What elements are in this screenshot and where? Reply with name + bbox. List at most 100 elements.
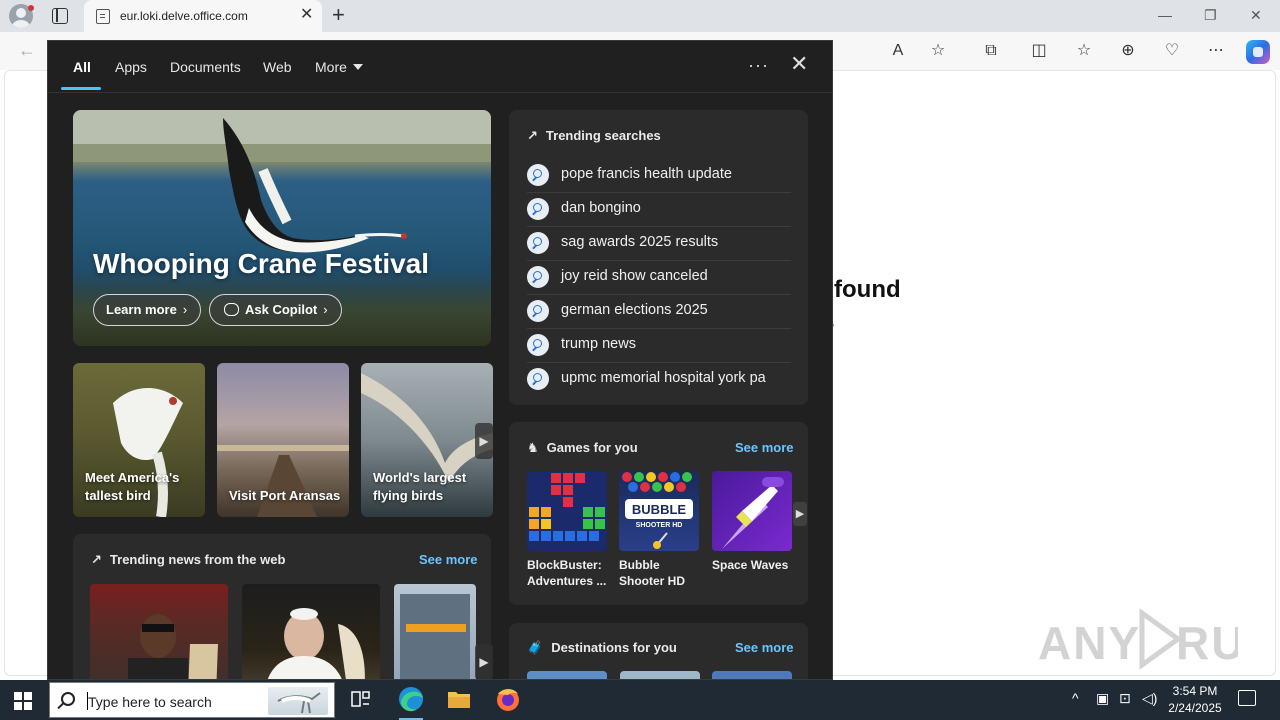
- minimize-button[interactable]: —: [1158, 6, 1172, 24]
- watermark-logo: ANY RUN: [1038, 605, 1280, 687]
- split-screen-icon[interactable]: ◫: [1028, 40, 1050, 62]
- favorites-icon[interactable]: ☆: [1073, 40, 1095, 62]
- tab-actions-icon[interactable]: [52, 8, 68, 24]
- destination-thumb[interactable]: [712, 671, 792, 679]
- tab-all[interactable]: All: [73, 59, 91, 75]
- trending-item[interactable]: dan bongino: [527, 193, 791, 227]
- learn-more-label: Learn more: [106, 302, 177, 317]
- news-see-more-link[interactable]: See more: [419, 552, 478, 567]
- card-port-aransas[interactable]: Visit Port Aransas: [217, 363, 349, 517]
- tab-apps[interactable]: Apps: [115, 59, 147, 75]
- search-icon: [527, 334, 549, 356]
- extensions-icon[interactable]: ⧉: [980, 40, 1002, 62]
- learn-more-button[interactable]: Learn more ›: [93, 294, 201, 326]
- favorite-star-icon[interactable]: ☆: [927, 40, 949, 62]
- device-icon[interactable]: ▣: [1096, 690, 1109, 707]
- tab-web[interactable]: Web: [263, 59, 292, 75]
- panel-options-button[interactable]: ···: [748, 55, 769, 76]
- news-thumb-2[interactable]: [242, 584, 380, 679]
- rocket-icon: [722, 477, 784, 549]
- game-controller-icon: ♞: [527, 440, 539, 455]
- trending-item[interactable]: upmc memorial hospital york pa: [527, 363, 791, 397]
- trending-item[interactable]: trump news: [527, 329, 791, 363]
- tab-more[interactable]: More: [315, 59, 363, 75]
- copilot-icon[interactable]: [1246, 40, 1270, 64]
- cards-next-button[interactable]: ▶: [475, 423, 493, 459]
- chevron-right-icon: ›: [182, 302, 188, 317]
- game-tile[interactable]: Space Waves: [712, 471, 792, 573]
- back-arrow-icon[interactable]: ←: [18, 40, 36, 61]
- game-tile[interactable]: BlockBuster: Adventures ...: [527, 471, 607, 589]
- new-tab-button[interactable]: +: [332, 4, 345, 26]
- search-icon: [61, 692, 75, 706]
- hero-card[interactable]: Whooping Crane Festival Learn more › Ask …: [73, 110, 491, 346]
- crane-highlight-icon: [277, 692, 321, 714]
- destinations-see-more-link[interactable]: See more: [735, 640, 794, 655]
- close-window-button[interactable]: ✕: [1250, 6, 1262, 24]
- game-tile[interactable]: BUBBLE SHOOTER HD Bubble Shooter HD: [619, 471, 699, 589]
- trending-item[interactable]: sag awards 2025 results: [527, 227, 791, 261]
- notifications-icon[interactable]: [1238, 690, 1256, 706]
- trending-item-label: sag awards 2025 results: [561, 234, 719, 250]
- collections-icon[interactable]: ⊕: [1117, 40, 1139, 62]
- trending-item[interactable]: german elections 2025: [527, 295, 791, 329]
- browser-tab[interactable]: eur.loki.delve.office.com ✕: [84, 0, 322, 32]
- news-next-button[interactable]: ▶: [475, 644, 493, 679]
- firefox-logo: [497, 689, 519, 711]
- tab-bar: eur.loki.delve.office.com ✕ + — ❐ ✕: [0, 0, 1280, 32]
- page-favicon-icon: [96, 9, 110, 24]
- trending-news-section: ↗ Trending news from the web See more ▶: [73, 534, 493, 679]
- taskbar-clock[interactable]: 3:54 PM 2/24/2025: [1150, 683, 1240, 717]
- read-aloud-icon[interactable]: A: [887, 40, 909, 62]
- games-title: Games for you: [546, 440, 638, 455]
- trending-item-label: joy reid show canceled: [561, 268, 708, 284]
- card-label: Meet America's tallest bird: [85, 470, 180, 503]
- search-icon: [527, 266, 549, 288]
- edge-app-icon[interactable]: [387, 680, 435, 720]
- news-image-3: [400, 594, 470, 679]
- firefox-app-icon[interactable]: [484, 680, 532, 720]
- games-see-more-link[interactable]: See more: [735, 440, 794, 455]
- ask-copilot-button[interactable]: Ask Copilot ›: [209, 294, 342, 326]
- card-tallest-bird[interactable]: Meet America's tallest bird: [73, 363, 205, 517]
- search-tabs: All Apps Documents Web More ··· ✕: [48, 41, 832, 93]
- game-name: Space Waves: [712, 558, 789, 572]
- search-icon: [527, 198, 549, 220]
- trending-item[interactable]: pope francis health update: [527, 159, 791, 193]
- destinations-title: Destinations for you: [551, 640, 677, 655]
- trending-item-label: trump news: [561, 336, 636, 352]
- svg-text:ANY: ANY: [1038, 617, 1141, 669]
- windows-start-icon[interactable]: [14, 692, 32, 710]
- task-view-icon[interactable]: [336, 680, 384, 720]
- games-header: ♞ Games for you: [527, 440, 638, 456]
- tab-documents[interactable]: Documents: [170, 59, 241, 75]
- news-thumb-3[interactable]: [394, 584, 476, 679]
- trending-item[interactable]: joy reid show canceled: [527, 261, 791, 295]
- file-explorer-icon[interactable]: [435, 680, 483, 720]
- trend-arrow-icon: ↗: [527, 128, 538, 143]
- news-thumb-1[interactable]: [90, 584, 228, 679]
- hero-title: Whooping Crane Festival: [93, 248, 430, 279]
- news-title: Trending news from the web: [109, 552, 286, 567]
- tray-overflow-icon[interactable]: ^: [1072, 690, 1079, 706]
- network-icon[interactable]: ⊡: [1119, 690, 1131, 707]
- performance-icon[interactable]: ♡: [1161, 40, 1183, 62]
- search-icon: [527, 232, 549, 254]
- trending-item-label: upmc memorial hospital york pa: [561, 370, 766, 386]
- folder-glyph: [448, 692, 470, 708]
- svg-text:SHOOTER HD: SHOOTER HD: [636, 522, 683, 529]
- news-image-2: [267, 608, 365, 679]
- games-next-button[interactable]: ▶: [793, 502, 807, 526]
- card-flying-birds[interactable]: World's largest flying birds: [361, 363, 493, 517]
- trending-item-label: dan bongino: [561, 200, 641, 216]
- restore-button[interactable]: ❐: [1204, 6, 1217, 24]
- search-icon: [527, 368, 549, 390]
- more-menu-icon[interactable]: ⋯: [1205, 40, 1227, 62]
- taskbar-search-placeholder: Type here to search: [87, 692, 212, 710]
- taskbar-search-input[interactable]: Type here to search: [49, 682, 335, 718]
- destination-thumb[interactable]: [527, 671, 607, 679]
- panel-close-button[interactable]: ✕: [790, 53, 808, 75]
- destination-thumb[interactable]: [620, 671, 700, 679]
- blockbuster-image: [527, 471, 607, 551]
- tab-close-button[interactable]: ✕: [300, 7, 313, 23]
